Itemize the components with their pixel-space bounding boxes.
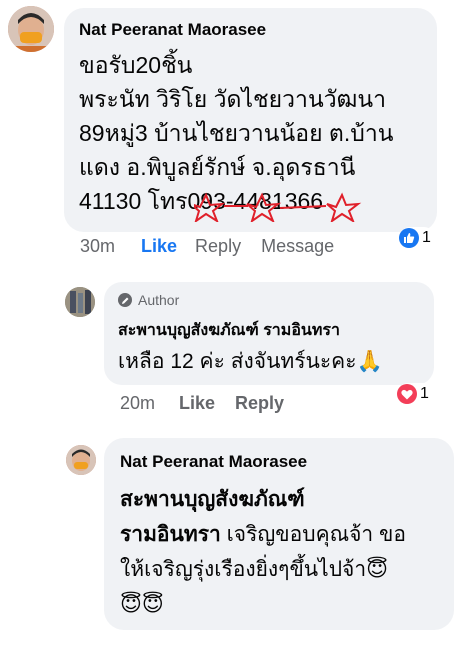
comment-line: 89หมู่3 บ้านไชยวานน้อย ต.บ้าน [79, 120, 394, 146]
reply-bubble: Nat Peeranat Maorasee สะพานบุญสังฆภัณฑ์ … [104, 438, 454, 630]
love-icon [397, 384, 417, 404]
reaction-count: 1 [420, 385, 429, 402]
pen-icon [118, 293, 132, 307]
reaction-badge[interactable]: 1 [397, 383, 435, 405]
author-badge-label: Author [138, 292, 180, 308]
reply-button[interactable]: Reply [195, 236, 241, 257]
avatar-photo-icon [8, 6, 54, 52]
comment-author[interactable]: สะพานบุญสังฆภัณฑ์ รามอินทรา [118, 318, 340, 343]
comment-line: ขอรับ20ชิ้น [79, 52, 193, 78]
comment-line: แดง อ.พิบูลย์รักษ์ จ.อุดรธานี [79, 154, 356, 180]
comment-author[interactable]: Nat Peeranat Maorasee [120, 452, 307, 472]
like-button[interactable]: Like [179, 393, 215, 414]
reaction-badge[interactable]: 1 [399, 227, 435, 249]
comment-text: เหลือ 12 ค่ะ ส่งจันทร์นะคะ🙏 [118, 350, 383, 373]
avatar-photo-icon [66, 445, 96, 475]
avatar[interactable] [65, 287, 95, 317]
comment-bubble: Nat Peeranat Maorasee ขอรับ20ชิ้น พระนัท… [64, 8, 437, 232]
comment-line: รามอินทรา เจริญขอบคุณจ้า ขอ [120, 517, 406, 552]
like-icon [399, 228, 419, 248]
comment-line-text: เจริญขอบคุณจ้า ขอ [220, 523, 407, 546]
comment-time[interactable]: 20m [120, 393, 155, 414]
comment-text: สะพานบุญสังฆภัณฑ์ รามอินทรา เจริญขอบคุณจ… [120, 482, 406, 622]
reaction-count: 1 [422, 229, 431, 246]
comment-time[interactable]: 30m [80, 236, 115, 257]
avatar[interactable] [66, 445, 96, 475]
comment-actions: 30m Like Reply Message [80, 236, 334, 257]
mention-link[interactable]: สะพานบุญสังฆภัณฑ์ [120, 482, 406, 517]
avatar[interactable] [8, 6, 54, 52]
redaction-scribble-icon [194, 192, 362, 222]
author-badge: Author [118, 292, 179, 308]
reply-button[interactable]: Reply [235, 393, 284, 414]
comment-author[interactable]: Nat Peeranat Maorasee [79, 20, 266, 40]
message-button[interactable]: Message [261, 236, 334, 257]
comment-line: พระนัท วิริโย วัดไชยวานวัฒนา [79, 86, 387, 112]
mention-link[interactable]: รามอินทรา [120, 523, 221, 546]
comment-line: ให้เจริญรุ่งเรืองยิ่งๆขึ้นไปจ้า😇 [120, 558, 389, 581]
reply-bubble: Author สะพานบุญสังฆภัณฑ์ รามอินทรา เหลือ… [104, 282, 434, 385]
comment-actions: 20m Like Reply [120, 393, 284, 414]
like-button[interactable]: Like [141, 236, 177, 257]
page-avatar-photo-icon [65, 287, 95, 317]
comment-line: 😇😇 [120, 593, 164, 616]
